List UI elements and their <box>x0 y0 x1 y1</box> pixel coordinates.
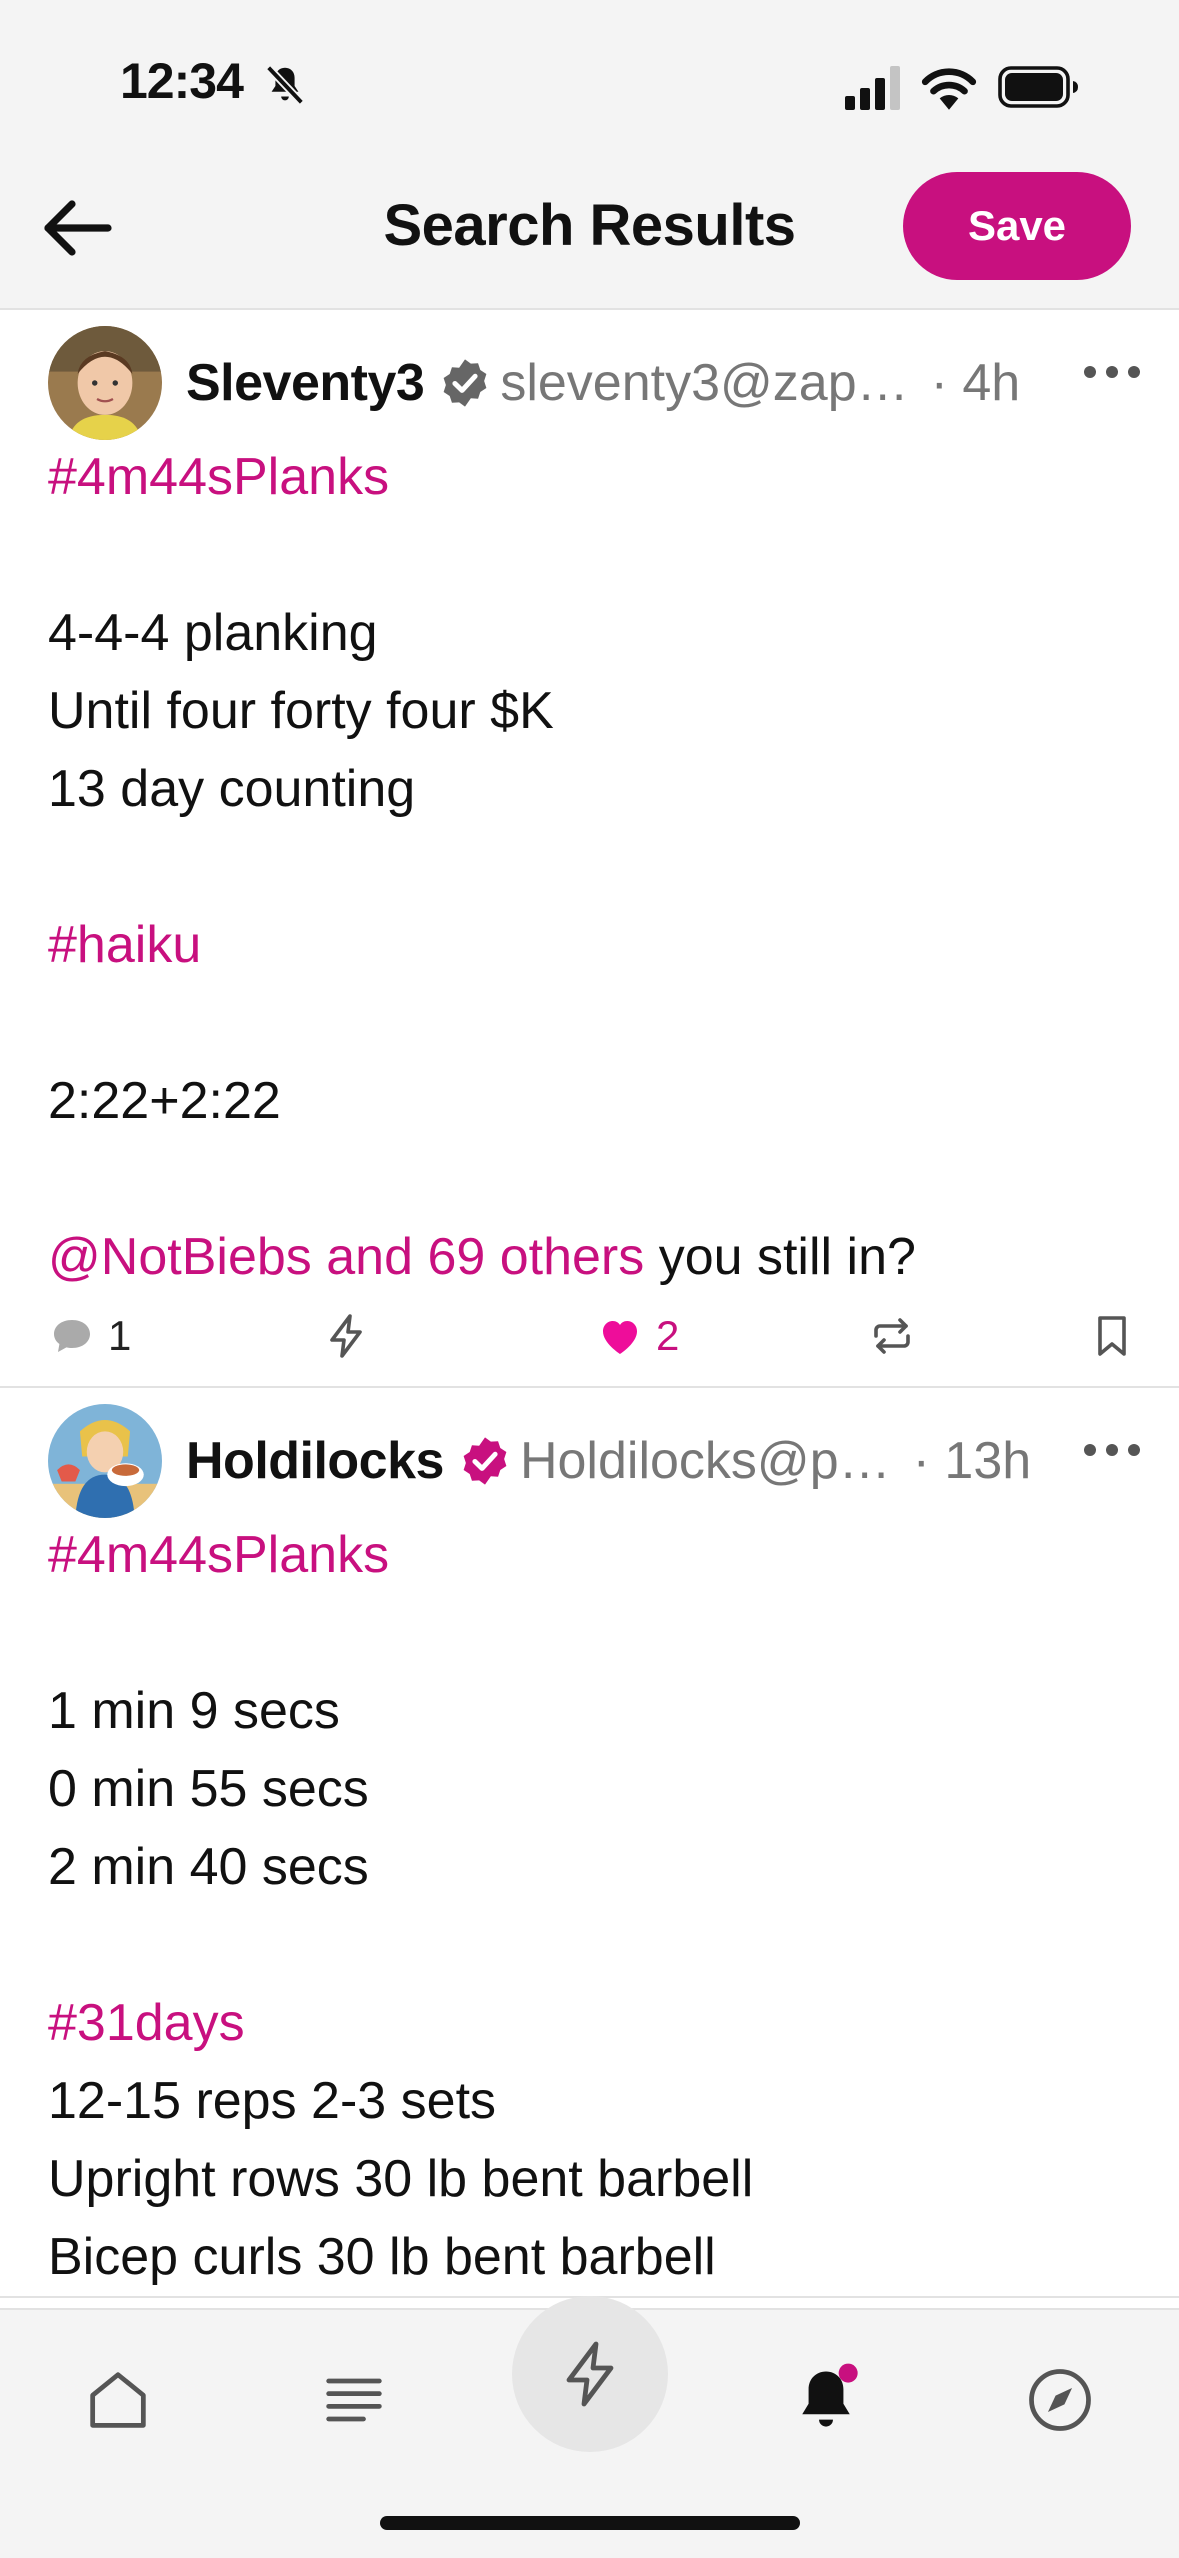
avatar[interactable] <box>48 326 162 440</box>
repost-button[interactable] <box>868 1306 916 1366</box>
like-count: 2 <box>656 1312 680 1359</box>
post-text-line: 4-4-4 planking <box>48 604 378 662</box>
author-handle: Holdilocks@p… <box>519 1432 891 1490</box>
post-text-line: Upright rows 30 lb bent barbell <box>48 2150 754 2208</box>
feed-icon[interactable] <box>316 2362 392 2438</box>
like-button[interactable]: 2 <box>596 1306 679 1366</box>
battery-icon <box>998 66 1078 108</box>
post-actions: 1 2 <box>0 1296 1179 1386</box>
author-line: Holdilocks Holdilocks@p… · 13h <box>186 1426 1066 1496</box>
explore-icon[interactable] <box>1022 2362 1098 2438</box>
post-text-fragment: you still in? <box>644 1228 916 1286</box>
hashtag-link[interactable]: #4m44sPlanks <box>48 448 389 506</box>
author-name[interactable]: Sleventy3 <box>186 353 425 413</box>
wifi-icon <box>921 68 977 110</box>
notifications-icon[interactable] <box>788 2362 864 2438</box>
status-time: 12:34 <box>120 53 244 109</box>
cellular-signal-icon <box>845 66 900 110</box>
post-text-line: Bicep curls 30 lb bent barbell <box>48 2228 716 2286</box>
author-line: Sleventy3 sleventy3@zap… · 4h <box>186 348 1066 418</box>
heart-filled-icon <box>603 1321 637 1354</box>
reply-count: 1 <box>108 1312 132 1359</box>
more-options-icon[interactable] <box>1082 1432 1142 1468</box>
bookmark-button[interactable] <box>1088 1306 1136 1366</box>
post-text-line: 13 day counting <box>48 760 416 818</box>
post-header: Sleventy3 sleventy3@zap… · 4h <box>0 310 1179 440</box>
hashtag-link[interactable]: #4m44sPlanks <box>48 1526 389 1584</box>
zap-tab-button[interactable] <box>512 2296 668 2452</box>
bell-off-icon <box>265 65 305 105</box>
post-text-line: 2 min 40 secs <box>48 1838 369 1896</box>
more-options-icon[interactable] <box>1082 354 1142 390</box>
repost-icon <box>874 1318 910 1354</box>
zap-icon <box>330 1314 362 1358</box>
post-text-line: 1 min 9 secs <box>48 1682 340 1740</box>
verified-badge-icon <box>443 359 487 407</box>
post-text-line: 2:22+2:22 <box>48 1072 281 1130</box>
mention-link[interactable]: @NotBiebs and 69 others <box>48 1228 644 1286</box>
post-text-line: Until four forty four $K <box>48 682 554 740</box>
search-results-feed[interactable]: Sleventy3 sleventy3@zap… · 4h #4m44sPlan… <box>0 310 1179 2308</box>
hashtag-link[interactable]: #haiku <box>48 916 201 974</box>
notification-dot <box>838 2363 858 2383</box>
post-text-line: 12-15 reps 2-3 sets <box>48 2072 497 2130</box>
post-content: #4m44sPlanks 4-4-4 planking Until four f… <box>0 438 1179 1296</box>
post-time: · 4h <box>930 354 1021 412</box>
avatar[interactable] <box>48 1404 162 1518</box>
post-header: Holdilocks Holdilocks@p… · 13h <box>0 1388 1179 1518</box>
save-button[interactable]: Save <box>903 172 1131 280</box>
post-text-line: 0 min 55 secs <box>48 1760 369 1818</box>
nav-bar: Search Results Save <box>0 150 1179 310</box>
status-bar: 12:34 <box>0 0 1179 150</box>
author-name[interactable]: Holdilocks <box>186 1431 444 1491</box>
comment-icon <box>54 1320 90 1352</box>
hashtag-link[interactable]: #31days <box>48 1994 245 2052</box>
post-card[interactable]: Sleventy3 sleventy3@zap… · 4h #4m44sPlan… <box>0 310 1179 1388</box>
post-time: · 13h <box>912 1432 1032 1490</box>
bookmark-icon <box>1098 1316 1126 1356</box>
home-icon[interactable] <box>80 2362 156 2438</box>
zap-icon <box>566 2341 614 2407</box>
post-content: #4m44sPlanks 1 min 9 secs 0 min 55 secs … <box>0 1516 1179 2296</box>
author-handle: sleventy3@zap… <box>500 354 909 412</box>
post-card[interactable]: Holdilocks Holdilocks@p… · 13h #4m44sPla… <box>0 1388 1179 2298</box>
reply-button[interactable]: 1 <box>48 1306 131 1366</box>
verified-badge-icon <box>463 1437 507 1485</box>
zap-button[interactable] <box>322 1306 370 1366</box>
home-indicator <box>380 2516 800 2530</box>
